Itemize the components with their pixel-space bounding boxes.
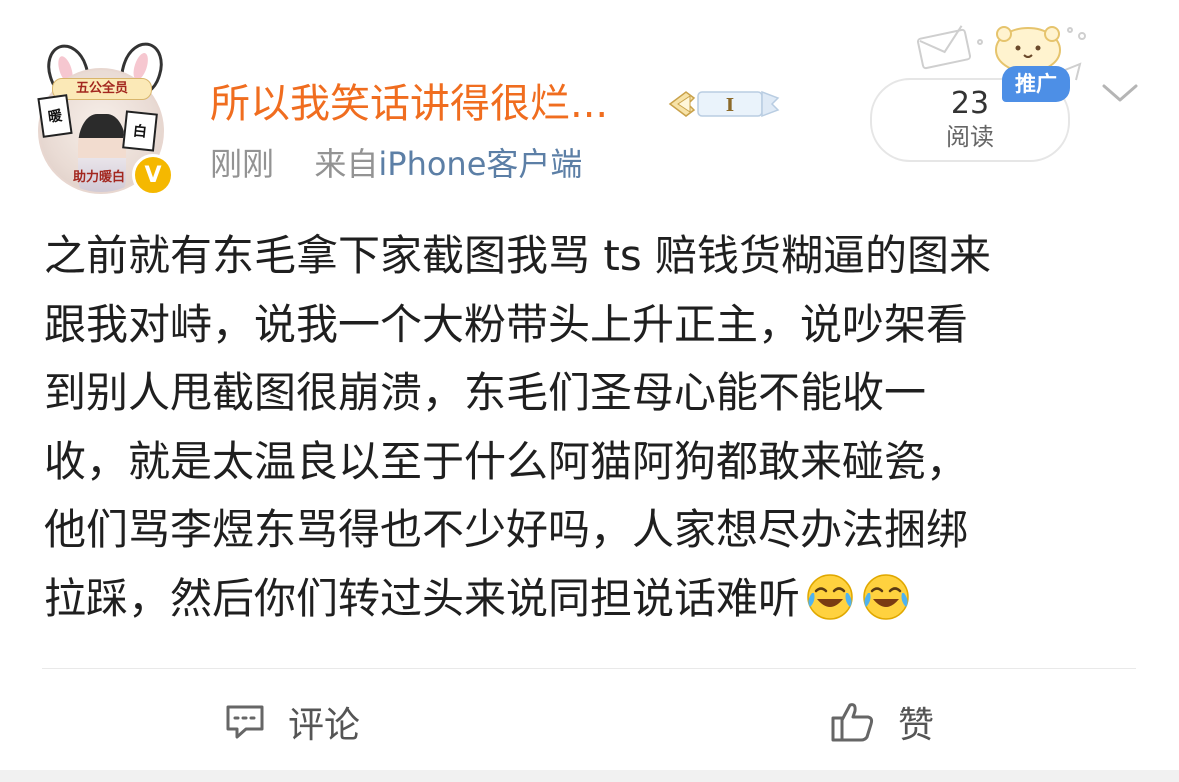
promo-badge[interactable]: 推广	[1002, 66, 1070, 102]
like-label: 赞	[898, 705, 935, 746]
post-content: 之前就有东毛拿下家截图我骂 ts 赔钱货糊逼的图来 跟我对峙，说我一个大粉带头上…	[44, 222, 1134, 633]
username[interactable]: 所以我笑话讲得很烂...	[210, 80, 608, 128]
verified-badge-icon: V	[132, 154, 174, 196]
post-content-line: 到别人甩截图很崩溃，东毛们圣母心能不能收一	[44, 368, 927, 417]
post-time: 刚刚	[210, 145, 275, 183]
post-content-line-last: 拉踩，然后你们转过头来说同担说话难听	[44, 565, 1134, 634]
post-content-line: 之前就有东毛拿下家截图我骂 ts 赔钱货糊逼的图来	[44, 231, 992, 280]
action-divider	[42, 668, 1136, 669]
avatar-banner-bottom: 助力暖白	[72, 170, 125, 185]
post-meta: 刚刚 来自iPhone客户端	[210, 144, 582, 184]
thumbs-up-icon	[831, 703, 874, 742]
avatar[interactable]: 五公全员 暖 白 助力暖白 V	[36, 37, 174, 196]
post-content-line: 跟我对峙，说我一个大粉带头上升正主，说吵架看	[44, 299, 969, 349]
post-content-line: 他们骂李煜东骂得也不少好吗，人家想尽办法捆绑	[44, 505, 969, 554]
comment-button[interactable]: 评论	[224, 694, 360, 750]
post-content-line-text: 拉踩，然后你们转过头来说同担说话难听	[44, 573, 801, 623]
post-card: 五公全员 暖 白 助力暖白 V 所以我笑话讲得很烂... I 刚刚 来自iPho…	[0, 0, 1179, 750]
comment-label: 评论	[288, 705, 361, 746]
avatar-chip-right: 白	[122, 110, 158, 152]
post-source-prefix: 来自	[314, 145, 379, 183]
post-source-link[interactable]: iPhone客户端	[378, 145, 582, 183]
bottom-separator	[0, 770, 1179, 782]
like-button[interactable]: 赞	[830, 694, 934, 750]
read-label: 阅读	[946, 123, 994, 151]
comment-icon	[226, 705, 264, 739]
laugh-cry-icon	[804, 571, 856, 623]
level-badge-text: I	[726, 95, 734, 116]
avatar-chip-left: 暖	[37, 94, 73, 138]
chevron-down-icon[interactable]	[1098, 78, 1142, 108]
level-badge-icon[interactable]: I	[664, 84, 784, 124]
laugh-cry-icon	[860, 571, 912, 623]
post-content-line: 收，就是太温良以至于什么阿猫阿狗都敢来碰瓷，	[44, 436, 969, 486]
